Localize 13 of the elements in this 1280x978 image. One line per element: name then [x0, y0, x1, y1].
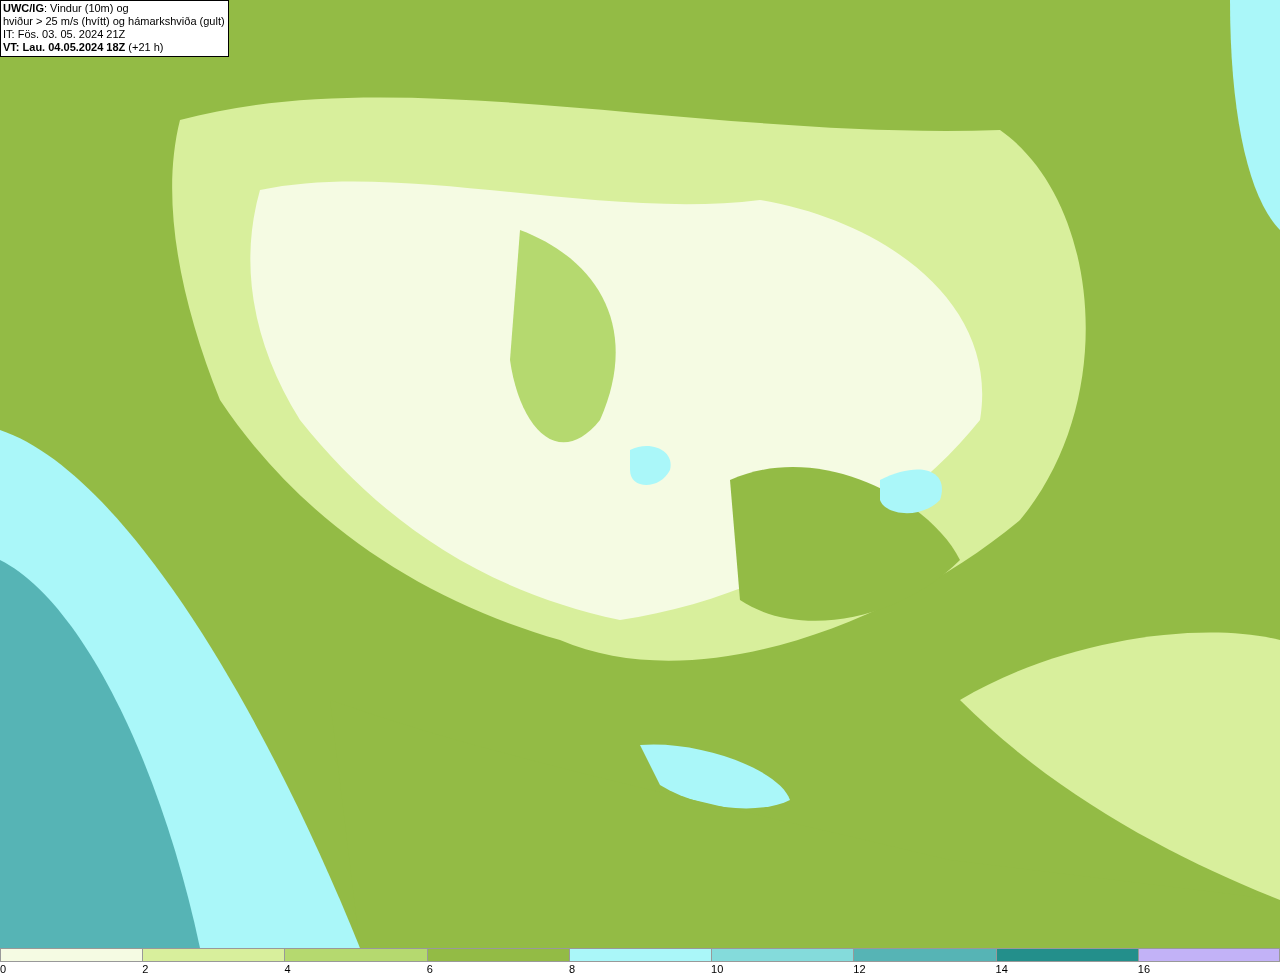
legend-label: 6 [426, 962, 433, 977]
legend-label: 14 [995, 962, 1008, 977]
info-text: hviður > 25 m/s (hvítt) og hámarkshviða (gult) [3, 15, 225, 28]
info-text: UWC/IG: Vindur (10m) og [3, 2, 130, 15]
legend-label: 12 [853, 962, 866, 977]
legend-label: 16 [1137, 962, 1150, 977]
info-text: IT: Fös. 03. 05. 2024 21Z [3, 28, 127, 41]
legend-label: 10 [711, 962, 724, 977]
info-text: VT: Lau. 04.05.2024 18Z (+21 h) [3, 41, 165, 54]
legend-label: 8 [568, 962, 575, 977]
legend-label: 0 [0, 962, 7, 977]
legend-label: 2 [142, 962, 149, 977]
legend-label: 4 [284, 962, 291, 977]
